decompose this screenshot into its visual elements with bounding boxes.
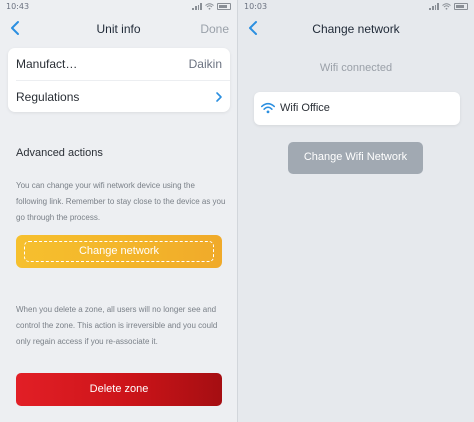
- unit-info-screen: 10:43 Unit info Done Manufact… Daikin Re…: [0, 0, 237, 422]
- signal-icon: [429, 2, 439, 10]
- navbar: Unit info Done: [0, 14, 237, 44]
- change-wifi-network-label: Change Wifi Network: [303, 151, 408, 163]
- wifi-icon: [261, 102, 275, 114]
- status-time: 10:03: [244, 2, 268, 11]
- chevron-right-icon: [216, 92, 222, 102]
- status-icons: [429, 2, 468, 10]
- navbar: Change network: [238, 14, 474, 44]
- manufacturer-label: Manufact…: [16, 57, 78, 71]
- regulations-row[interactable]: Regulations: [8, 81, 230, 113]
- change-network-button[interactable]: Change network: [16, 235, 222, 268]
- manufacturer-value: Daikin: [188, 57, 222, 71]
- battery-icon: [454, 2, 468, 10]
- status-bar: 10:43: [0, 0, 237, 12]
- current-network-card: Wifi Office: [254, 92, 460, 125]
- battery-icon: [217, 2, 231, 10]
- delete-zone-description: When you delete a zone, all users will n…: [16, 305, 218, 346]
- status-wifi-icon: [442, 2, 451, 10]
- wifi-status-text: Wifi connected: [319, 62, 393, 74]
- delete-zone-label: Delete zone: [89, 383, 149, 395]
- manufacturer-row: Manufact… Daikin: [8, 48, 230, 80]
- change-network-label: Change network: [78, 245, 160, 257]
- delete-zone-button[interactable]: Delete zone: [16, 373, 222, 406]
- current-network-name: Wifi Office: [280, 102, 330, 114]
- unit-info-card: Manufact… Daikin Regulations: [8, 48, 230, 112]
- regulations-label: Regulations: [16, 90, 80, 104]
- status-time: 10:43: [6, 2, 30, 11]
- change-network-description: You can change your wifi network device …: [16, 181, 226, 222]
- status-bar: 10:03: [238, 0, 474, 12]
- change-wifi-network-button[interactable]: Change Wifi Network: [288, 142, 423, 174]
- page-title: Change network: [312, 22, 400, 36]
- status-icons: [192, 2, 231, 10]
- done-button[interactable]: Done: [200, 22, 229, 36]
- status-wifi-icon: [205, 2, 214, 10]
- change-network-screen: 10:03 Change network Wifi connected Wifi…: [238, 0, 474, 422]
- signal-icon: [192, 2, 202, 10]
- advanced-actions-title: Advanced actions: [16, 147, 103, 159]
